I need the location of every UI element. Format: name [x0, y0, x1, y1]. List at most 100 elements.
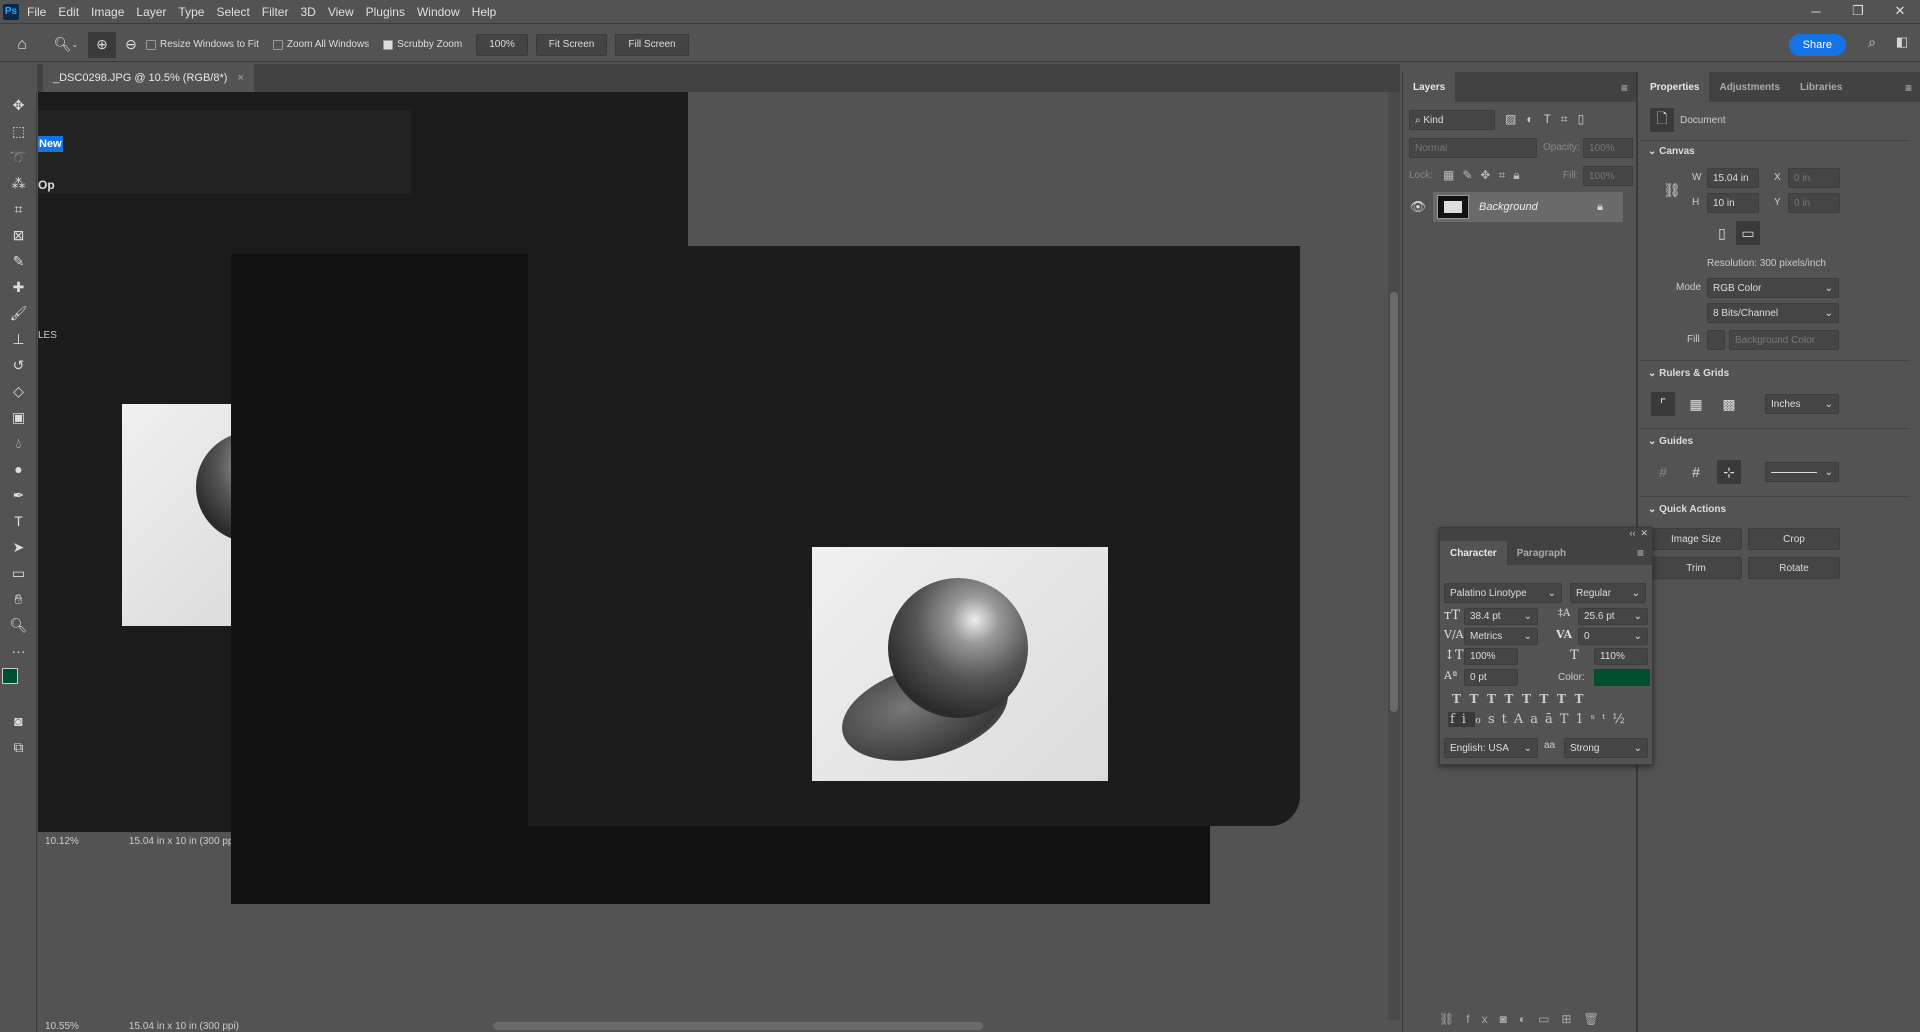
stamp-tool-icon[interactable]: ⊥	[0, 326, 37, 352]
zoom-readout[interactable]: 10.55%	[45, 1021, 79, 1032]
mode-select[interactable]: RGB Color ⌄	[1707, 278, 1839, 298]
color-swatches[interactable]	[0, 664, 36, 708]
tab-properties[interactable]: Properties	[1640, 72, 1710, 102]
rotate-button[interactable]: Rotate	[1748, 557, 1840, 579]
close-button[interactable]: ✕	[1880, 0, 1920, 22]
zoom-tool-preset-icon[interactable]: 🔍︎ ⌄	[44, 32, 88, 58]
pen-tool-icon[interactable]: ✒	[0, 482, 37, 508]
grid-icon[interactable]: ▦	[1684, 392, 1708, 416]
scrubby-zoom-checkbox[interactable]: Scrubby Zoom	[383, 39, 462, 50]
dodge-tool-icon[interactable]: ●	[0, 456, 37, 482]
layer-filter-icons[interactable]: ▨◐T⌗▯	[1505, 112, 1594, 127]
zoom-in-icon[interactable]: ⊕	[88, 31, 116, 58]
lasso-tool-icon[interactable]: ➰	[0, 144, 37, 170]
menu-image[interactable]: Image	[91, 5, 124, 19]
menu-view[interactable]: View	[328, 5, 354, 19]
eraser-icon[interactable]: ◇	[0, 378, 37, 404]
eyedropper-icon[interactable]: ✎	[0, 248, 37, 274]
opentype-buttons[interactable]: fi ℴstAaāT1ˢᵗ½	[1448, 712, 1632, 727]
bit-depth-select[interactable]: 8 Bits/Channel ⌄	[1707, 303, 1839, 323]
menu-window[interactable]: Window	[417, 5, 460, 19]
healing-brush-icon[interactable]: ✚	[0, 274, 37, 300]
text-color-swatch[interactable]	[1594, 669, 1650, 686]
gradient-tool-icon[interactable]: ▣	[0, 404, 37, 430]
blend-mode-select[interactable]: Normal	[1409, 138, 1537, 158]
magic-wand-icon[interactable]: ⁂	[0, 170, 37, 196]
horizontal-scrollbar[interactable]	[493, 1022, 983, 1030]
rulers-grids-section-header[interactable]: ⌄ Rulers & Grids	[1648, 368, 1729, 379]
restore-button[interactable]: ❐	[1838, 0, 1878, 22]
menu-help[interactable]: Help	[472, 5, 497, 19]
more-tools-icon[interactable]: ···	[0, 638, 37, 664]
tab-adjustments[interactable]: Adjustments	[1709, 72, 1790, 102]
zoom-100-button[interactable]: 100%	[476, 33, 528, 56]
crop-tool-icon[interactable]: ⌗	[0, 196, 37, 222]
panel-menu-icon[interactable]: ≡	[1637, 546, 1644, 560]
antialias-select[interactable]: Strong ⌄	[1564, 738, 1648, 758]
canvas-section-header[interactable]: ⌄ Canvas	[1648, 146, 1695, 157]
path-selection-icon[interactable]: ➤	[0, 534, 37, 560]
height-field[interactable]: 10 in	[1707, 193, 1759, 213]
x-field[interactable]: 0 in	[1788, 168, 1840, 188]
trim-button[interactable]: Trim	[1650, 557, 1742, 579]
font-family-select[interactable]: Palatino Linotype ⌄	[1444, 583, 1562, 603]
quick-actions-section-header[interactable]: ⌄ Quick Actions	[1648, 504, 1726, 515]
foreground-color[interactable]	[2, 668, 18, 684]
landscape-orientation-icon[interactable]: ▭	[1736, 221, 1760, 245]
guide-style-select[interactable]: ⌄	[1765, 462, 1839, 482]
fill-swatch[interactable]	[1707, 330, 1725, 350]
menu-type[interactable]: Type	[178, 5, 204, 19]
opacity-field[interactable]: 100%	[1583, 138, 1633, 158]
tab-layers[interactable]: Layers	[1403, 72, 1456, 102]
tab-character[interactable]: Character	[1440, 541, 1507, 565]
tab-paragraph[interactable]: Paragraph	[1507, 541, 1576, 565]
move-tool-icon[interactable]: ✥	[0, 92, 37, 118]
fill-select[interactable]: Background Color	[1729, 330, 1839, 350]
link-dimensions-icon[interactable]: ⛓	[1660, 178, 1684, 202]
menu-filter[interactable]: Filter	[262, 5, 289, 19]
home-icon[interactable]: ⌂	[0, 32, 44, 58]
marquee-tool-icon[interactable]: ⬚	[0, 118, 37, 144]
portrait-orientation-icon[interactable]: ▯	[1710, 221, 1734, 245]
kerning-select[interactable]: Metrics ⌄	[1464, 628, 1538, 645]
tracking-field[interactable]: 0 ⌄	[1578, 628, 1648, 645]
rectangle-tool-icon[interactable]: ▭	[0, 560, 37, 586]
menu-select[interactable]: Select	[216, 5, 249, 19]
menu-plugins[interactable]: Plugins	[366, 5, 405, 19]
ruler-icon[interactable]: ⌜	[1651, 392, 1675, 416]
image-size-button[interactable]: Image Size	[1650, 528, 1742, 550]
panel-menu-icon[interactable]: ≡	[1905, 81, 1912, 95]
share-button[interactable]: Share	[1788, 34, 1846, 56]
layer-row-background[interactable]: 👁︎ Background 🔒︎	[1403, 192, 1623, 222]
zoom-all-windows-checkbox[interactable]: Zoom All Windows	[272, 39, 369, 50]
character-panel-titlebar[interactable]: ‹‹ ✕	[1440, 528, 1652, 541]
menu-layer[interactable]: Layer	[136, 5, 166, 19]
language-select[interactable]: English: USA ⌄	[1444, 738, 1538, 758]
blur-tool-icon[interactable]: 💧︎	[0, 430, 37, 456]
crop-button[interactable]: Crop	[1748, 528, 1840, 550]
zoom-out-icon[interactable]: ⊖	[116, 32, 146, 58]
guides-section-header[interactable]: ⌄ Guides	[1648, 436, 1693, 447]
leading-field[interactable]: 25.6 pt ⌄	[1578, 608, 1648, 625]
minimize-button[interactable]: ─	[1796, 0, 1836, 22]
menu-3d[interactable]: 3D	[300, 5, 315, 19]
lock-icons[interactable]: ▦✎✥⌗🔒︎	[1443, 168, 1528, 183]
visibility-eye-icon[interactable]: 👁︎	[1403, 199, 1433, 215]
fill-screen-button[interactable]: Fill Screen	[615, 33, 689, 56]
fit-screen-button[interactable]: Fit Screen	[535, 33, 608, 56]
guides-icon[interactable]: #	[1651, 460, 1675, 484]
frame-tool-icon[interactable]: ⊠	[0, 222, 37, 248]
workspace-icon[interactable]: ◧	[1896, 34, 1908, 50]
layer-lock-icon[interactable]: 🔒︎	[1597, 201, 1603, 214]
layer-kind-filter[interactable]: ⌕ Kind	[1409, 110, 1495, 130]
close-tab-icon[interactable]: ×	[237, 72, 243, 84]
type-tool-icon[interactable]: T	[0, 508, 37, 534]
document-tab[interactable]: _DSC0298.JPG @ 10.5% (RGB/8*) ×	[43, 64, 254, 92]
resize-windows-checkbox[interactable]: Resize Windows to Fit	[146, 39, 259, 50]
canvas-area[interactable]: New Op LES 10.12% 15.04 in x 10 in (300 p…	[38, 92, 1400, 1020]
width-field[interactable]: 15.04 in	[1707, 168, 1759, 188]
y-field[interactable]: 0 in	[1788, 193, 1840, 213]
menu-file[interactable]: File	[27, 5, 46, 19]
vertical-scrollbar[interactable]	[1388, 92, 1400, 1020]
ruler-units-select[interactable]: Inches ⌄	[1765, 394, 1839, 414]
